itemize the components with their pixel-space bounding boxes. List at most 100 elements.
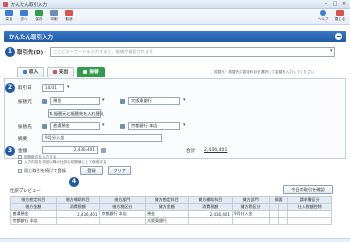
table-header-cell: 借方補助科目	[55, 196, 100, 204]
table-header-row: 借方勘定科目 借方補助科目 借方部門 貸方勘定科目 貸方補助科目 貸方部門 摘要…	[10, 196, 332, 204]
table-header-cell: 貸方税区分	[231, 203, 270, 211]
table-header-cell: 借方勘定科目	[10, 196, 57, 204]
print-button[interactable]: 印刷	[47, 10, 61, 24]
table-cell: 普通預金	[10, 210, 57, 218]
cancel-button-label: 取消	[65, 17, 73, 21]
table-header-row: 借方金額 消費税額 借方税区分 貸方金額 消費税額 貸方税区分 仕入税額控除	[10, 203, 332, 211]
date-field[interactable]: 10/31	[42, 84, 64, 92]
table-cell	[287, 210, 332, 218]
bank-icon	[42, 124, 47, 129]
partner-dropdown-icon[interactable]	[329, 48, 335, 56]
step-1-badge: 1	[5, 47, 15, 57]
continue-checkbox[interactable]	[18, 169, 22, 173]
table-cell	[287, 217, 332, 225]
calculator-icon[interactable]	[101, 148, 106, 153]
from-sub-dropdown-icon[interactable]	[182, 97, 188, 105]
amount-label: 金額	[18, 149, 28, 154]
window-title: かんたん取引入力	[11, 2, 47, 8]
date-dropdown-icon[interactable]	[66, 84, 72, 92]
amount-input[interactable]: 2,436,401	[42, 146, 98, 154]
table-cell	[188, 217, 233, 225]
status-bar	[0, 238, 350, 242]
to-account-dropdown-icon[interactable]	[101, 122, 107, 130]
memo-input[interactable]: 9月分入金	[42, 134, 162, 142]
collapse-icon[interactable]	[335, 33, 342, 40]
continue-checkbox-label: 同じ取引を続けて登録	[24, 168, 66, 173]
from-sub-select[interactable]: 大阪東銀行	[128, 97, 180, 105]
window-titlebar: かんたん取引入力 – □ ×	[0, 0, 350, 9]
close-window-button[interactable]: ×	[340, 1, 348, 7]
bank-icon	[120, 124, 125, 129]
save-button-label: 保存	[35, 17, 43, 21]
income-icon	[22, 69, 27, 74]
toolbar: 戻る 次へ 保存 印刷 取消 ヘルプ 閉じる	[0, 9, 350, 25]
tab-expense[interactable]: 支出	[47, 67, 74, 77]
to-sub-select[interactable]: 京都銀行 本店	[128, 122, 180, 130]
table-cell	[268, 217, 280, 225]
close-button-label: 閉じる	[334, 17, 346, 21]
section-title: かんたん取引入力	[9, 35, 54, 41]
table-cell: 2,436,401	[55, 210, 100, 218]
table-header-cell: 借方部門	[99, 196, 146, 204]
table-cell	[278, 210, 289, 218]
maximize-button[interactable]: □	[331, 1, 339, 7]
tab-expense-label: 支出	[58, 70, 69, 75]
partner-search-input[interactable]: ここにキーワードを入力すると、候補が検索されます	[50, 47, 335, 57]
partner-label: 取引先(D)	[17, 50, 44, 56]
next-button[interactable]: 次へ	[17, 10, 31, 24]
total-label: 合計	[186, 149, 196, 154]
expense-icon	[52, 69, 57, 74]
register-button[interactable]: 登録	[80, 166, 103, 175]
table-header-cell: 貸方勘定科目	[144, 196, 189, 204]
to-sub-dropdown-icon[interactable]	[182, 122, 188, 130]
table-header-cell	[278, 203, 289, 211]
table-header-cell: 消費税額	[188, 203, 233, 211]
clear-button[interactable]: クリア	[108, 166, 131, 175]
help-button-label: ヘルプ	[317, 17, 329, 21]
arrow-right-icon	[20, 10, 28, 16]
step-2-badge: 2	[5, 83, 15, 93]
date-label: 取引日	[18, 86, 32, 91]
back-button-label: 戻る	[5, 17, 13, 21]
save-button[interactable]: 保存	[32, 10, 46, 24]
close-button[interactable]: 閉じる	[333, 10, 347, 24]
journal-preview-table: 借方勘定科目 借方補助科目 借方部門 貸方勘定科目 貸方補助科目 貸方部門 摘要…	[10, 196, 332, 225]
swap-accounts-label: 振替元と振替先を入れ替え	[53, 111, 105, 116]
table-cell	[99, 217, 146, 225]
bank-icon	[42, 99, 47, 104]
to-label: 振替先	[18, 125, 32, 130]
cancel-button[interactable]: 取消	[62, 10, 76, 24]
tab-transfer[interactable]: 振替	[77, 67, 105, 77]
table-cell: 9月分入金	[231, 210, 270, 218]
default-checkbox[interactable]	[18, 160, 22, 164]
table-cell: 京都銀行 本店	[10, 217, 57, 225]
printer-icon	[50, 10, 58, 16]
offset-checkbox[interactable]	[18, 155, 22, 159]
table-header-cell: 貸方金額	[144, 203, 189, 211]
tab-transfer-label: 振替	[89, 70, 99, 75]
arrow-left-icon	[5, 10, 13, 16]
step-4-badge: 4	[69, 177, 79, 187]
table-header-cell: 仕入税額控除	[287, 203, 332, 211]
default-checkbox-label: 入力内容を次回以降の仕訳の初期値として使用する	[24, 160, 107, 164]
swap-accounts-button[interactable]: ⇅ 振替元と振替先を入れ替え	[48, 109, 105, 118]
table-header-cell: 請求書区分	[287, 196, 332, 204]
step-3-badge: 3	[5, 146, 15, 156]
table-cell: 京都銀行 本店	[99, 210, 146, 218]
print-button-label: 印刷	[50, 17, 58, 21]
section-header: かんたん取引入力	[4, 31, 346, 42]
table-header-cell: 貸方部門	[231, 196, 270, 204]
table-header-cell	[268, 203, 280, 211]
from-label: 振替元	[18, 100, 32, 105]
to-account-select[interactable]: 普通預金	[50, 122, 100, 130]
from-account-select[interactable]: 預金	[50, 97, 100, 105]
help-button[interactable]: ヘルプ	[316, 10, 330, 24]
transfer-icon	[83, 69, 88, 74]
today-transactions-button[interactable]: 今日の取引を確認	[283, 185, 333, 194]
minimize-button[interactable]: –	[322, 1, 330, 7]
table-header-cell: 借方税区分	[99, 203, 146, 211]
table-header-cell: 消費税額	[55, 203, 100, 211]
back-button[interactable]: 戻る	[2, 10, 16, 24]
tab-income[interactable]: 収入	[17, 67, 44, 77]
from-account-dropdown-icon[interactable]	[101, 97, 107, 105]
